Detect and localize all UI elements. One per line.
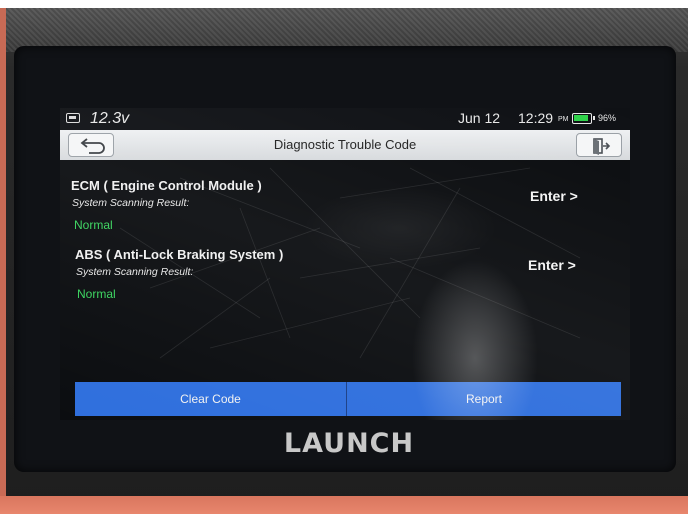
- battery-icon: [572, 113, 595, 124]
- clear-code-button[interactable]: Clear Code: [75, 382, 346, 416]
- back-arrow-icon: [80, 138, 105, 154]
- scan-result-label: System Scanning Result:: [76, 266, 194, 278]
- status-date: Jun 12: [458, 110, 501, 126]
- scan-result-value: Normal: [74, 218, 113, 232]
- status-time: 12:29: [518, 110, 554, 126]
- enter-ecm-button[interactable]: Enter >: [530, 188, 578, 204]
- enter-abs-button[interactable]: Enter >: [528, 257, 576, 273]
- scan-result-value: Normal: [77, 287, 116, 301]
- device-bumper: [0, 496, 688, 514]
- voltage-readout: 12.3v: [90, 110, 130, 127]
- vehicle-voltage-icon: [66, 113, 80, 123]
- device-edge: [0, 8, 6, 496]
- title-bar: Diagnostic Trouble Code: [60, 130, 630, 160]
- diagnostic-screen: 12.3v Jun 12 12:29 PM 96% Diagnostic Tro…: [60, 108, 630, 420]
- action-bar: Clear Code Report: [75, 382, 621, 416]
- system-row-abs: ABS ( Anti-Lock Braking System ) System …: [60, 247, 630, 313]
- scan-result-label: System Scanning Result:: [72, 197, 190, 209]
- status-ampm: PM: [558, 116, 569, 123]
- battery-percent: 96%: [598, 113, 617, 123]
- back-button[interactable]: [68, 133, 114, 157]
- page-title: Diagnostic Trouble Code: [273, 137, 417, 152]
- report-button[interactable]: Report: [347, 382, 621, 416]
- exit-button[interactable]: [576, 133, 622, 157]
- system-name: ECM ( Engine Control Module ): [71, 178, 262, 193]
- status-bar: 12.3v Jun 12 12:29 PM 96%: [60, 108, 630, 130]
- system-row-ecm: ECM ( Engine Control Module ) System Sca…: [60, 178, 630, 244]
- system-name: ABS ( Anti-Lock Braking System ): [75, 247, 284, 262]
- exit-door-icon: [593, 138, 611, 155]
- brand-logo: LAUNCH: [283, 428, 415, 459]
